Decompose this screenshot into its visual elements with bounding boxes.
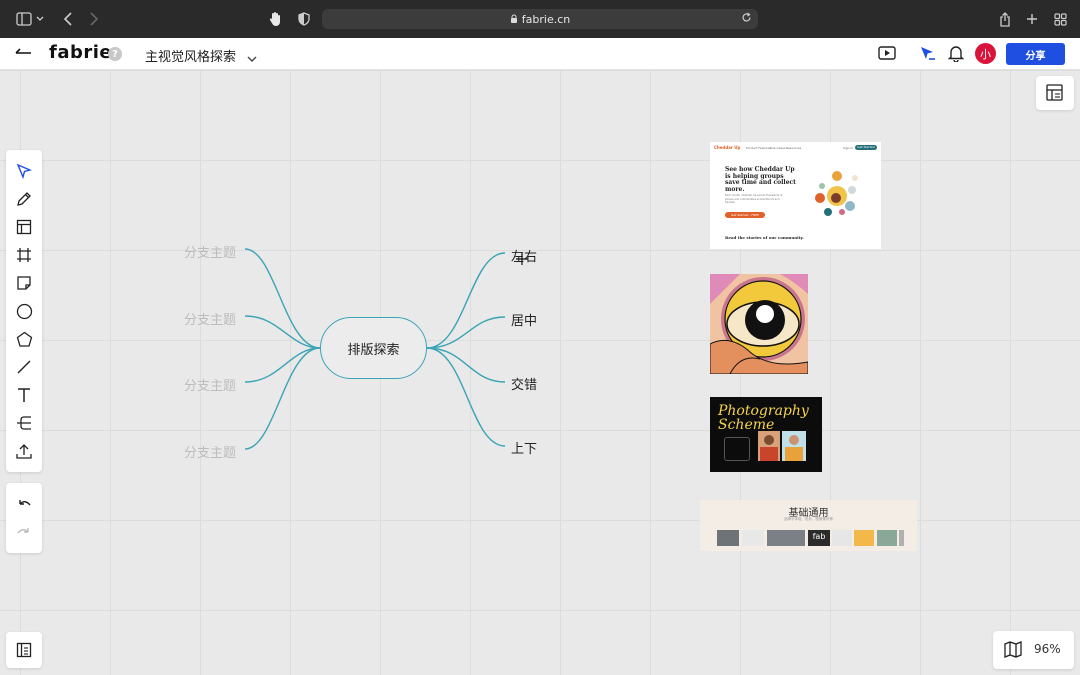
- connector-left-3: [244, 347, 321, 383]
- connector-right-3: [426, 347, 506, 383]
- cheddar-nav-cta: Get Started: [855, 145, 877, 150]
- cheddar-body: Each month, Cheddar Up serves thousands …: [725, 194, 783, 204]
- cheddar-cta: Get Started - FREE: [725, 212, 765, 218]
- cheddar-footer: Read the stories of our community.: [725, 235, 804, 240]
- swatch-card: fab: [808, 530, 830, 546]
- eye-illustration: [710, 274, 808, 374]
- portrait-photo-1: [758, 431, 780, 461]
- swatch-card: [742, 530, 764, 546]
- swatch-card: [717, 530, 739, 546]
- map-icon[interactable]: [1004, 641, 1022, 662]
- swatch-card: [767, 530, 805, 546]
- camera-graphic: [724, 437, 750, 461]
- mindmap-right-node[interactable]: 交错: [511, 374, 537, 393]
- cheddar-headline: See how Cheddar Up is helping groups sav…: [725, 166, 796, 193]
- mindmap-left-node[interactable]: 分支主题: [184, 309, 236, 328]
- swatch-card: [854, 530, 874, 546]
- mindmap-root-node[interactable]: 排版探索: [320, 317, 427, 379]
- poster-title: Photography Scheme: [718, 403, 809, 433]
- connector-left-4: [244, 347, 321, 450]
- mindmap-right-node[interactable]: 居中: [511, 310, 537, 329]
- cheddar-nav-1: Product Features: [746, 146, 772, 150]
- mindmap-left-node[interactable]: 分支主题: [184, 375, 236, 394]
- connector-right-2: [426, 316, 506, 349]
- mindmap-connectors: [244, 248, 506, 450]
- mindmap-left-node[interactable]: 分支主题: [184, 442, 236, 461]
- eye-illustration-image[interactable]: [710, 274, 808, 374]
- zoom-level[interactable]: 96%: [1034, 642, 1061, 656]
- cheddar-nav-2: Use Cases: [770, 146, 786, 150]
- swatch-card: [899, 530, 904, 546]
- move-cursor-icon: [516, 250, 528, 269]
- photography-poster-image[interactable]: Photography Scheme: [710, 397, 822, 472]
- community-circles-illustration: [815, 171, 858, 216]
- mindmap-left-node[interactable]: 分支主题: [184, 242, 236, 261]
- cheddar-logo: Cheddar Up: [714, 145, 741, 150]
- connector-right-4: [426, 347, 506, 447]
- portrait-photo-2: [782, 431, 806, 461]
- connector-left-1: [244, 248, 321, 349]
- swatch-card: [832, 530, 852, 546]
- brand-basics-image[interactable]: 基础通用 品牌字体组、色彩、图像素材等 fab: [700, 500, 917, 551]
- cheddar-nav-3: Resources: [786, 146, 802, 150]
- basics-subtitle: 品牌字体组、色彩、图像素材等: [784, 517, 833, 521]
- mindmap-right-node[interactable]: 上下: [511, 438, 537, 457]
- swatch-card: [877, 530, 897, 546]
- cheddar-signin: Sign in: [843, 146, 854, 150]
- website-screenshot-image[interactable]: Cheddar Up Product Features Use Cases Re…: [710, 142, 881, 249]
- connector-left-2: [244, 315, 321, 349]
